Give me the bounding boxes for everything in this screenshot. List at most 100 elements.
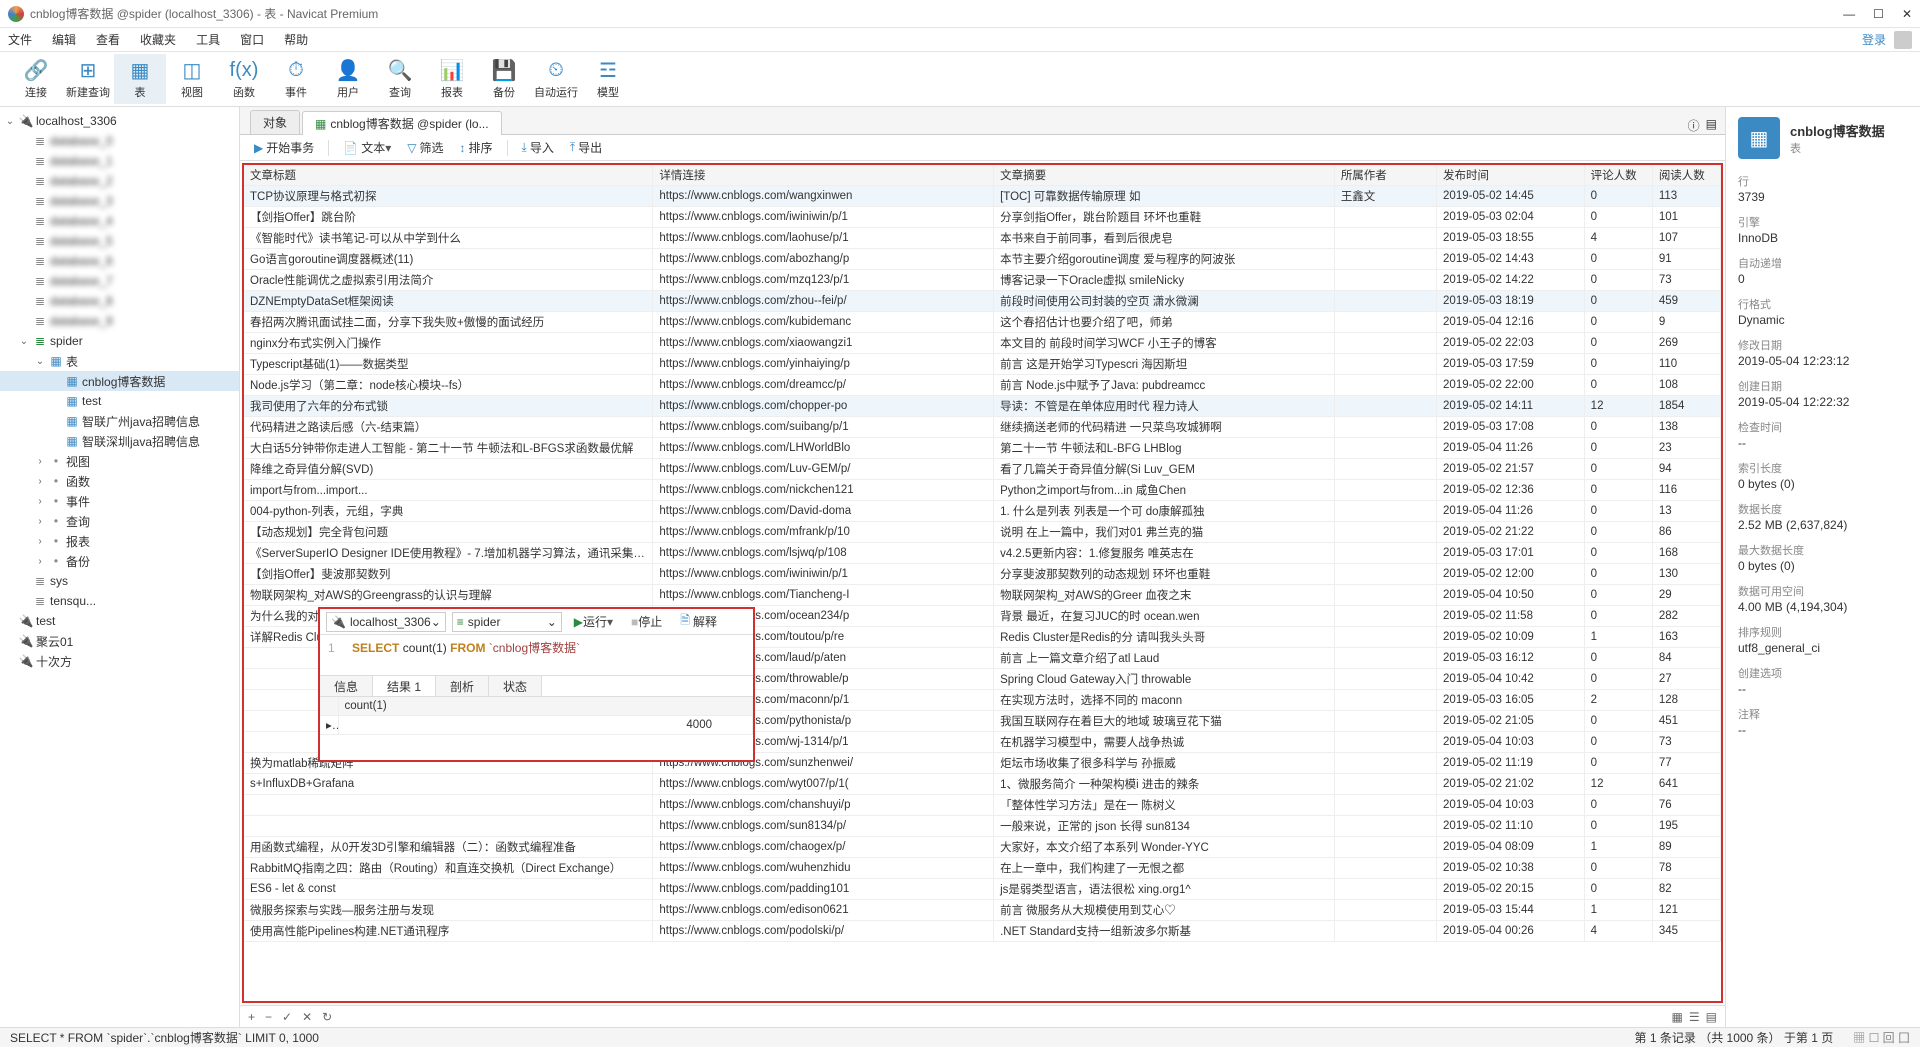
column-header[interactable]: 发布时间 <box>1437 165 1585 186</box>
cell[interactable]: 0 <box>1584 732 1652 753</box>
cell[interactable]: 94 <box>1652 459 1720 480</box>
cell[interactable]: https://www.cnblogs.com/chanshuyi/p <box>653 795 994 816</box>
cell[interactable]: 1. 什么是列表 列表是一个可 do康解孤独 <box>994 501 1335 522</box>
cell[interactable] <box>1334 543 1436 564</box>
tree-node[interactable]: ⌄▦表 <box>0 351 239 371</box>
cell[interactable]: 大白话5分钟带你走进人工智能 - 第二十一节 牛顿法和L-BFGS求函数最优解 <box>244 438 653 459</box>
cell[interactable]: 0 <box>1584 522 1652 543</box>
cell[interactable]: 2019-05-03 17:01 <box>1437 543 1585 564</box>
cell[interactable]: 0 <box>1584 375 1652 396</box>
run-button[interactable]: ▶运行 ▾ <box>568 612 619 632</box>
query-tab[interactable]: 信息 <box>320 676 373 696</box>
cell[interactable]: 2019-05-02 12:00 <box>1437 564 1585 585</box>
cell[interactable]: 0 <box>1584 459 1652 480</box>
cell[interactable]: 0 <box>1584 333 1652 354</box>
cell[interactable]: 4 <box>1584 921 1652 942</box>
cell[interactable] <box>1334 690 1436 711</box>
cell[interactable]: 0 <box>1584 354 1652 375</box>
tree-node[interactable]: ≣database_5 <box>0 231 239 251</box>
cell[interactable]: 86 <box>1652 522 1720 543</box>
cell[interactable]: 1854 <box>1652 396 1720 417</box>
cell[interactable]: 前言 这是开始学习Typescri 海因斯坦 <box>994 354 1335 375</box>
cell[interactable]: https://www.cnblogs.com/mzq123/p/1 <box>653 270 994 291</box>
cell[interactable]: 4 <box>1584 228 1652 249</box>
cell[interactable]: 1 <box>1584 627 1652 648</box>
cell[interactable]: 269 <box>1652 333 1720 354</box>
toolbar-model[interactable]: ☲模型 <box>582 54 634 104</box>
cell[interactable]: https://www.cnblogs.com/wuhenzhidu <box>653 858 994 879</box>
cell[interactable]: 分享剑指Offer，跳台阶题目 环坏也重鞋 <box>994 207 1335 228</box>
cell[interactable]: https://www.cnblogs.com/Tiancheng-I <box>653 585 994 606</box>
toolbar-autorun[interactable]: ⏲自动运行 <box>530 54 582 104</box>
tree-node[interactable]: 🔌十次方 <box>0 651 239 671</box>
cell[interactable]: 459 <box>1652 291 1720 312</box>
cell[interactable] <box>1334 522 1436 543</box>
cell[interactable]: 导读：不管是在单体应用时代 程力诗人 <box>994 396 1335 417</box>
menu-3[interactable]: 收藏夹 <box>140 31 176 48</box>
cell[interactable]: 春招两次腾讯面试挂二面，分享下我失败+傲慢的面试经历 <box>244 312 653 333</box>
cell[interactable]: 76 <box>1652 795 1720 816</box>
cell[interactable]: 641 <box>1652 774 1720 795</box>
cell[interactable]: s+InfluxDB+Grafana <box>244 774 653 795</box>
tree-node[interactable]: ≣database_8 <box>0 291 239 311</box>
cell[interactable] <box>1334 795 1436 816</box>
cell[interactable]: 在实现方法时，选择不同的 maconn <box>994 690 1335 711</box>
panel-icon[interactable]: ▤ <box>1706 117 1717 134</box>
cell[interactable]: 2019-05-03 16:05 <box>1437 690 1585 711</box>
query-tab[interactable]: 剖析 <box>436 676 489 696</box>
cell[interactable]: 一般来说，正常的 json 长得 sun8134 <box>994 816 1335 837</box>
cell[interactable] <box>1334 711 1436 732</box>
cell[interactable]: 0 <box>1584 648 1652 669</box>
cell[interactable] <box>1334 459 1436 480</box>
tree-node[interactable]: ›•视图 <box>0 451 239 471</box>
cell[interactable]: Redis Cluster是Redis的分 请叫我头头哥 <box>994 627 1335 648</box>
cell[interactable]: 物联网架构_对AWS的Greengrass的认识与理解 <box>244 585 653 606</box>
toolbar-table[interactable]: ▦表 <box>114 54 166 104</box>
cell[interactable]: Node.js学习（第二章：node核心模块--fs） <box>244 375 653 396</box>
cell[interactable]: 第二十一节 牛顿法和L-BFG LHBlog <box>994 438 1335 459</box>
cell[interactable]: v4.2.5更新内容：1.修复服务 唯英志在 <box>994 543 1335 564</box>
cell[interactable]: 0 <box>1584 564 1652 585</box>
cell[interactable]: 2019-05-02 14:45 <box>1437 186 1585 207</box>
cell[interactable]: https://www.cnblogs.com/iwiniwin/p/1 <box>653 564 994 585</box>
cell[interactable]: 0 <box>1584 291 1652 312</box>
cell[interactable]: 2 <box>1584 690 1652 711</box>
tree-node[interactable]: 🔌聚云01 <box>0 631 239 651</box>
cell[interactable] <box>244 795 653 816</box>
cell[interactable]: Go语言goroutine调度器概述(11) <box>244 249 653 270</box>
cell[interactable]: 2019-05-02 10:38 <box>1437 858 1585 879</box>
cell[interactable]: Spring Cloud Gateway入门 throwable <box>994 669 1335 690</box>
cell[interactable]: 前段时间使用公司封装的空页 潇水微澜 <box>994 291 1335 312</box>
cell[interactable]: 345 <box>1652 921 1720 942</box>
cell[interactable]: DZNEmptyDataSet框架阅读 <box>244 291 653 312</box>
cell[interactable]: 121 <box>1652 900 1720 921</box>
tree-node[interactable]: ≣database_4 <box>0 211 239 231</box>
cell[interactable]: https://www.cnblogs.com/podolski/p/ <box>653 921 994 942</box>
cell[interactable]: 0 <box>1584 438 1652 459</box>
cell[interactable]: https://www.cnblogs.com/LHWorldBlo <box>653 438 994 459</box>
cell[interactable]: 大家好，本文介绍了本系列 Wonder-YYC <box>994 837 1335 858</box>
tree-node[interactable]: ▦智联广州java招聘信息 <box>0 411 239 431</box>
connection-select[interactable]: 🔌localhost_3306⌄ <box>326 612 446 632</box>
query-tab[interactable]: 结果 1 <box>373 676 436 696</box>
cell[interactable]: 13 <box>1652 501 1720 522</box>
tree-node[interactable]: ⌄🔌localhost_3306 <box>0 111 239 131</box>
cell[interactable]: 在机器学习模型中，需要人战争热诚 <box>994 732 1335 753</box>
stop-button[interactable]: ■停止 <box>625 612 668 632</box>
cell[interactable]: 1 <box>1584 837 1652 858</box>
toolbar-function[interactable]: f(x)函数 <box>218 54 270 104</box>
cell[interactable]: 2019-05-02 12:36 <box>1437 480 1585 501</box>
column-header[interactable]: 详情连接 <box>653 165 994 186</box>
cell[interactable]: 0 <box>1584 585 1652 606</box>
cell[interactable]: 2019-05-04 10:03 <box>1437 732 1585 753</box>
cell[interactable] <box>1334 816 1436 837</box>
cell[interactable]: 2019-05-02 14:11 <box>1437 396 1585 417</box>
cell[interactable]: 【剑指Offer】跳台阶 <box>244 207 653 228</box>
cell[interactable]: 168 <box>1652 543 1720 564</box>
cell[interactable]: https://www.cnblogs.com/kubidemanc <box>653 312 994 333</box>
cell[interactable]: 2019-05-03 17:08 <box>1437 417 1585 438</box>
cell[interactable]: 0 <box>1584 312 1652 333</box>
tree-node[interactable]: 🔌test <box>0 611 239 631</box>
cell[interactable]: 9 <box>1652 312 1720 333</box>
cell[interactable]: https://www.cnblogs.com/chaogex/p/ <box>653 837 994 858</box>
